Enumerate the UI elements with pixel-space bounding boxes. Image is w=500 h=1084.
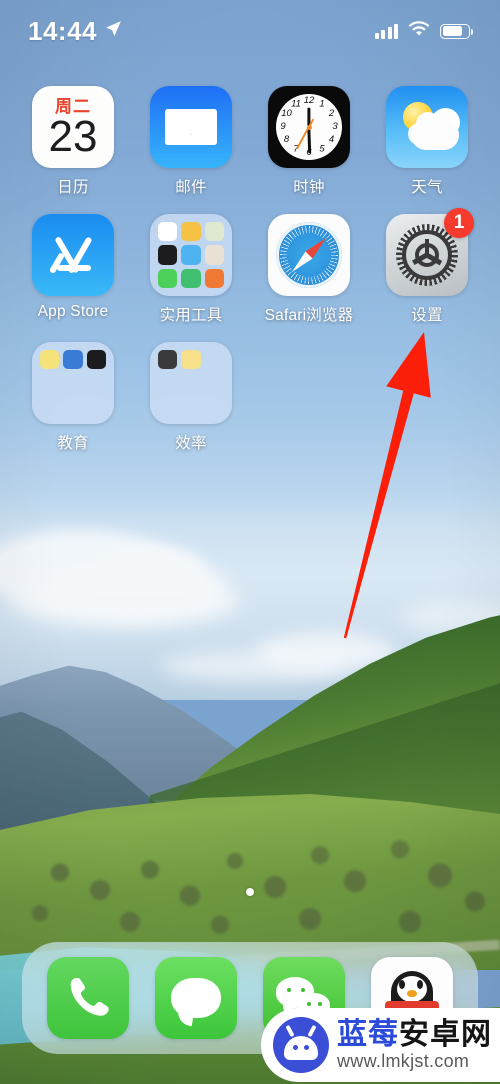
message-bubble-icon	[171, 978, 221, 1018]
folder-mini-icon	[40, 350, 60, 370]
folder-education[interactable]: 教育	[14, 342, 132, 453]
envelope-icon	[165, 109, 217, 145]
compass-icon	[276, 222, 342, 288]
folder-mini-icon	[181, 222, 201, 242]
app-label-weather: 天气	[411, 179, 443, 196]
app-icon-clock[interactable]: 12 1 2 3 4 5 6 7 8 9 10 11	[250, 86, 368, 197]
signal-bars-icon	[374, 23, 398, 39]
safari-icon[interactable]	[268, 214, 350, 296]
clock-face: 12 1 2 3 4 5 6 7 8 9 10 11	[276, 94, 342, 160]
folder-mini-icon	[204, 268, 224, 288]
app-label-app-store: App Store	[37, 303, 109, 320]
watermark-text: 蓝莓安卓网 www.lmkjst.com	[337, 1019, 492, 1071]
qq-penguin-eye	[417, 980, 423, 989]
folder-label-utilities: 实用工具	[159, 307, 223, 324]
app-label-mail: 邮件	[175, 179, 207, 196]
calendar-icon-wrap[interactable]: 周二 23	[32, 86, 114, 168]
folder-mini-icon	[181, 245, 201, 265]
android-robot-icon	[273, 1017, 329, 1073]
app-label-safari: Safari浏览器	[264, 307, 354, 324]
folder-utilities[interactable]: 实用工具	[132, 214, 250, 325]
safari-icon-wrap[interactable]	[268, 214, 350, 296]
iphone-home-screen: 14:44 周二 23 日历 邮件 12 1 2 3 4 5 7 8 9 10 …	[0, 0, 500, 1084]
folder-productivity[interactable]: 效率	[132, 342, 250, 453]
wechat-eye	[287, 988, 291, 992]
folder-mini-icon	[181, 350, 201, 370]
education-folder-icon-wrap[interactable]	[32, 342, 114, 424]
clock-icon-wrap[interactable]: 12 1 2 3 4 5 6 7 8 9 10 11	[268, 86, 350, 168]
app-icon-settings[interactable]: 1 设置	[368, 208, 486, 325]
folder-icon[interactable]	[150, 342, 232, 424]
folder-mini-icon	[63, 350, 83, 370]
app-store-glyph-icon	[46, 232, 100, 278]
folder-icon[interactable]	[150, 214, 232, 296]
app-label-clock: 时钟	[293, 179, 325, 196]
mail-icon-wrap[interactable]	[150, 86, 232, 168]
watermark-name-dark: 安卓网	[399, 1017, 492, 1051]
app-icon-mail[interactable]: 邮件	[132, 86, 250, 197]
folder-mini-icon	[181, 268, 201, 288]
app-icon-safari[interactable]: Safari浏览器	[250, 214, 368, 325]
page-indicator[interactable]	[0, 888, 500, 896]
wechat-eye	[301, 988, 305, 992]
calendar-day-number: 23	[48, 112, 98, 161]
page-dot[interactable]	[246, 888, 254, 896]
location-arrow-icon	[105, 20, 122, 42]
folder-mini-icon	[158, 268, 178, 288]
app-label-settings: 设置	[411, 307, 443, 324]
app-label-calendar: 日历	[57, 179, 89, 196]
wechat-eye	[307, 1002, 311, 1006]
app-icon-calendar[interactable]: 周二 23 日历	[14, 86, 132, 197]
wechat-eye	[318, 1002, 322, 1006]
dock-app-messages[interactable]	[155, 957, 237, 1039]
status-badge: 1	[444, 208, 474, 238]
cloud-shape	[160, 650, 350, 682]
app-store-icon[interactable]	[32, 214, 114, 296]
weather-icon-wrap[interactable]	[386, 86, 468, 168]
calendar-icon[interactable]: 周二 23	[32, 86, 114, 168]
folder-mini-icon	[204, 222, 224, 242]
status-bar-clock: 14:44	[28, 15, 97, 46]
folder-label-productivity: 效率	[175, 435, 207, 452]
site-watermark: 蓝莓安卓网 www.lmkjst.com	[261, 1008, 500, 1082]
folder-mini-icon	[86, 350, 106, 370]
wallpaper-village	[0, 800, 500, 945]
clock-icon[interactable]: 12 1 2 3 4 5 6 7 8 9 10 11	[268, 86, 350, 168]
app-store-icon-wrap[interactable]	[32, 214, 114, 296]
folder-mini-icon	[158, 222, 178, 242]
folder-mini-icon	[204, 245, 224, 265]
phone-icon	[70, 978, 109, 1016]
productivity-folder-icon-wrap[interactable]	[150, 342, 232, 424]
status-bar: 14:44	[0, 0, 500, 62]
weather-icon[interactable]	[386, 86, 468, 168]
app-icon-weather[interactable]: 天气	[368, 86, 486, 197]
app-grid: 周二 23 日历 邮件 12 1 2 3 4 5 7 8 9 10 11 时钟 …	[0, 86, 500, 453]
folder-mini-icon	[158, 245, 178, 265]
wifi-icon	[408, 20, 430, 42]
status-bar-left: 14:44	[28, 16, 122, 47]
cloud-icon	[411, 120, 459, 150]
qq-penguin-eye	[399, 980, 405, 989]
folder-icon[interactable]	[32, 342, 114, 424]
watermark-site-name: 蓝莓安卓网	[337, 1019, 492, 1051]
app-icon-app-store[interactable]: App Store	[14, 214, 132, 325]
folder-mini-icon	[158, 350, 178, 370]
status-bar-right	[374, 20, 474, 42]
mail-icon[interactable]	[150, 86, 232, 168]
folder-label-education: 教育	[57, 435, 89, 452]
cloud-shape	[10, 575, 240, 627]
qq-penguin-beak	[407, 990, 417, 997]
utilities-folder-icon-wrap[interactable]	[150, 214, 232, 296]
watermark-name-blue: 蓝莓	[337, 1017, 399, 1051]
dock-app-phone[interactable]	[47, 957, 129, 1039]
settings-icon-wrap[interactable]: 1	[386, 208, 474, 296]
watermark-url: www.lmkjst.com	[337, 1051, 470, 1072]
battery-icon	[440, 23, 474, 39]
